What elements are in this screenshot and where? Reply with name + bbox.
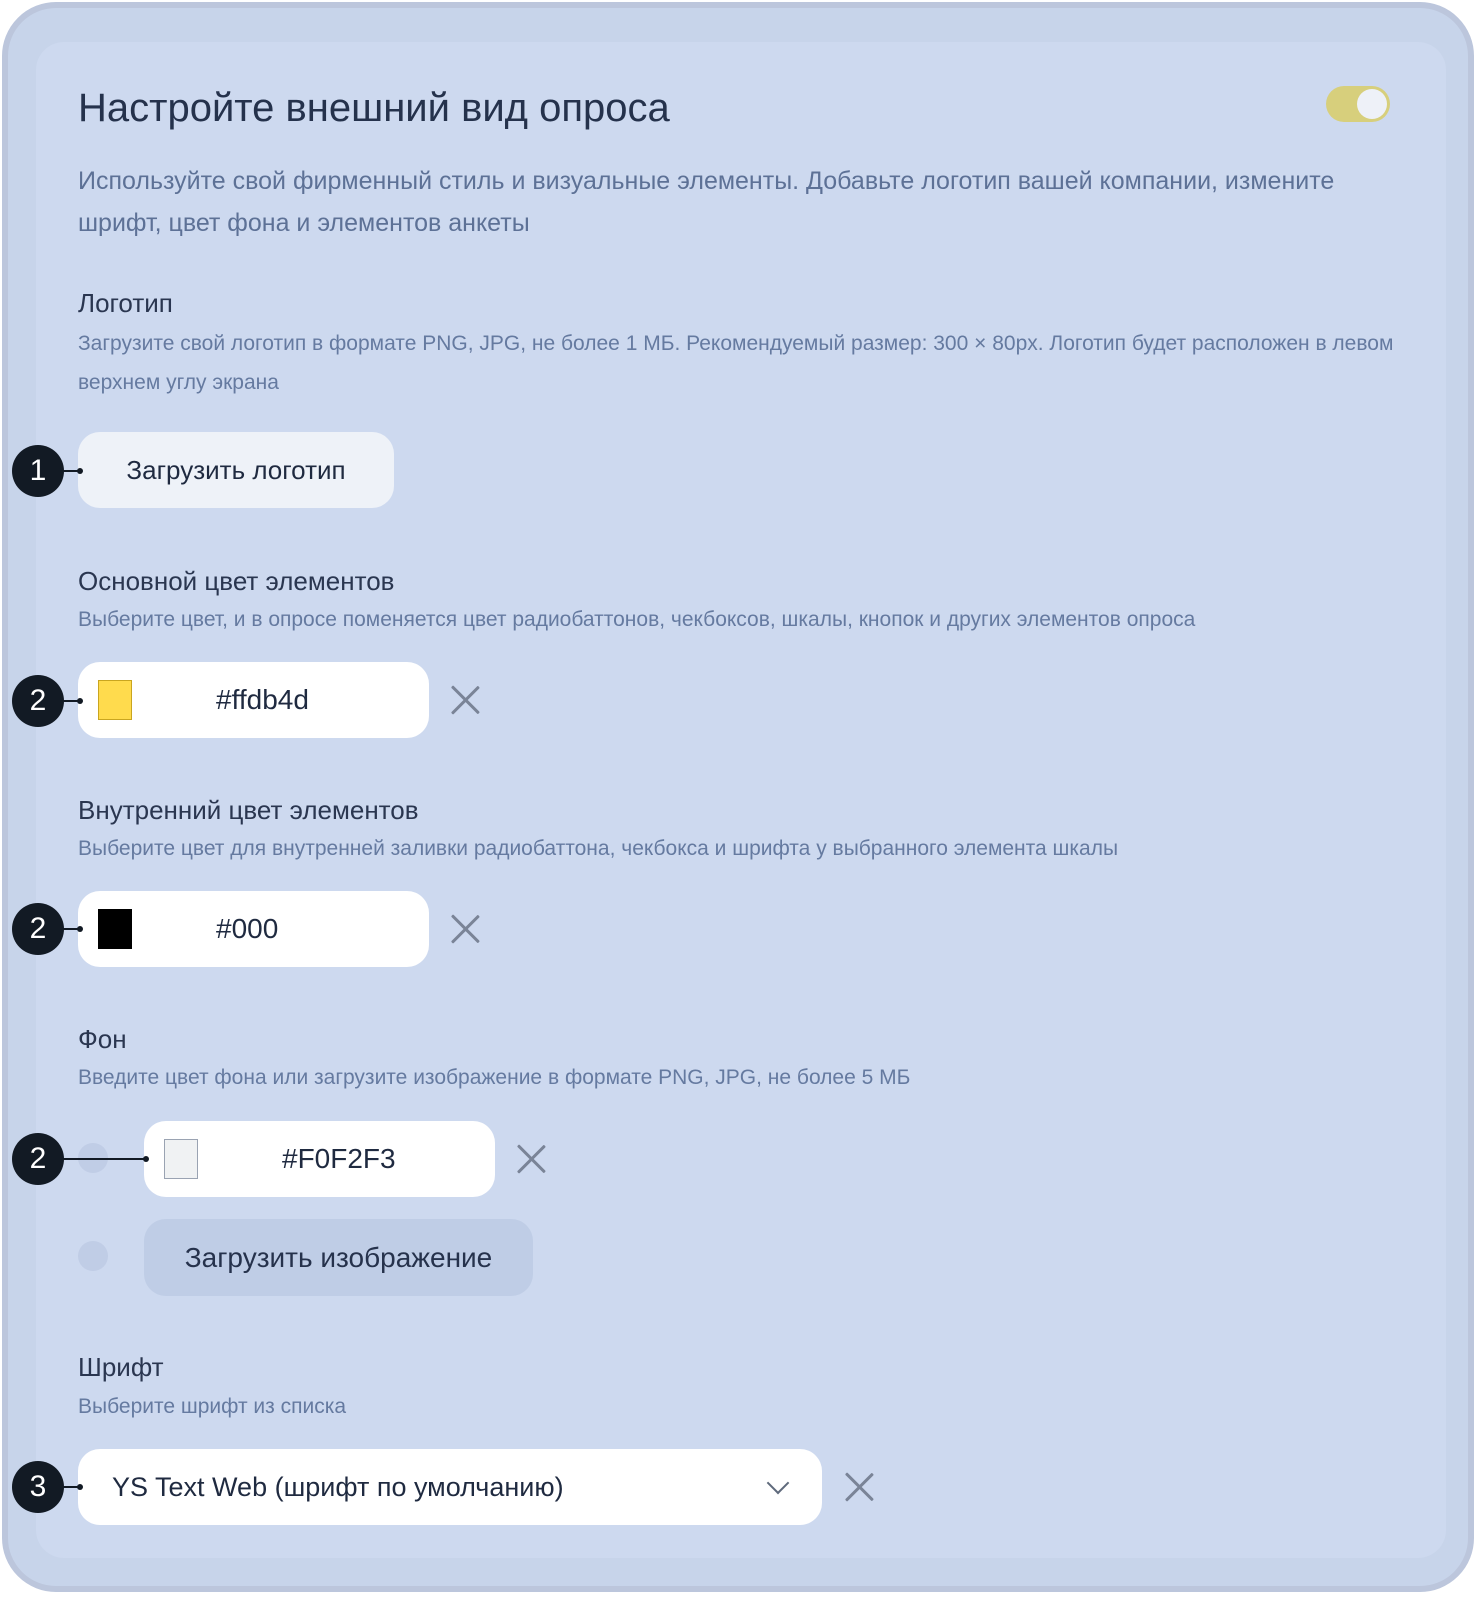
background-color-field[interactable]: #F0F2F3 <box>144 1121 495 1197</box>
background-image-radio[interactable] <box>78 1241 108 1271</box>
callout-leader-dot <box>77 926 83 932</box>
logo-section-title: Логотип <box>78 288 173 318</box>
primary-color-value: #ffdb4d <box>216 684 309 715</box>
upload-logo-button[interactable]: Загрузить логотип <box>78 432 394 508</box>
primary-color-swatch[interactable] <box>98 680 132 720</box>
callout-badge-3: 3 <box>12 1461 64 1513</box>
background-description: Введите цвет фона или загрузите изображе… <box>78 1066 911 1089</box>
inner-color-field[interactable]: #000 <box>78 891 429 967</box>
chevron-down-icon <box>766 1471 790 1495</box>
primary-color-field[interactable]: #ffdb4d <box>78 662 429 738</box>
appearance-toggle[interactable] <box>1326 86 1390 122</box>
callout-badge-2: 2 <box>12 1133 64 1185</box>
inner-color-value: #000 <box>216 913 279 944</box>
clear-primary-color-icon[interactable] <box>450 685 480 715</box>
callout-badge-1: 1 <box>12 445 64 497</box>
background-color-value: #F0F2F3 <box>282 1143 396 1174</box>
inner-color-description: Выберите цвет для внутренней заливки рад… <box>78 837 1119 860</box>
toggle-knob <box>1357 89 1387 119</box>
font-select-value: YS Text Web (шрифт по умолчанию) <box>112 1471 564 1502</box>
primary-color-title: Основной цвет элементов <box>78 566 395 596</box>
font-title: Шрифт <box>78 1352 164 1382</box>
clear-background-color-icon[interactable] <box>516 1144 546 1174</box>
callout-leader <box>60 1158 146 1160</box>
primary-color-description: Выберите цвет, и в опросе поменяется цве… <box>78 608 1196 631</box>
callout-leader-dot <box>143 1156 149 1162</box>
font-description: Выберите шрифт из списка <box>78 1395 347 1418</box>
callout-badge-2: 2 <box>12 675 64 727</box>
background-title: Фон <box>78 1024 127 1054</box>
font-select[interactable]: YS Text Web (шрифт по умолчанию) <box>78 1449 822 1525</box>
inner-color-title: Внутренний цвет элементов <box>78 795 419 825</box>
background-color-swatch[interactable] <box>164 1139 198 1179</box>
callout-leader-dot <box>77 698 83 704</box>
page-description: Используйте свой фирменный стиль и визуа… <box>78 167 1335 237</box>
callout-leader-dot <box>77 1484 83 1490</box>
clear-inner-color-icon[interactable] <box>450 914 480 944</box>
logo-section-description: Загрузите свой логотип в формате PNG, JP… <box>78 332 1394 394</box>
page-title: Настройте внешний вид опроса <box>78 86 670 130</box>
upload-image-button[interactable]: Загрузить изображение <box>144 1219 533 1296</box>
inner-color-swatch[interactable] <box>98 909 132 949</box>
callout-badge-2: 2 <box>12 903 64 955</box>
clear-font-icon[interactable] <box>844 1472 874 1502</box>
callout-leader-dot <box>77 468 83 474</box>
